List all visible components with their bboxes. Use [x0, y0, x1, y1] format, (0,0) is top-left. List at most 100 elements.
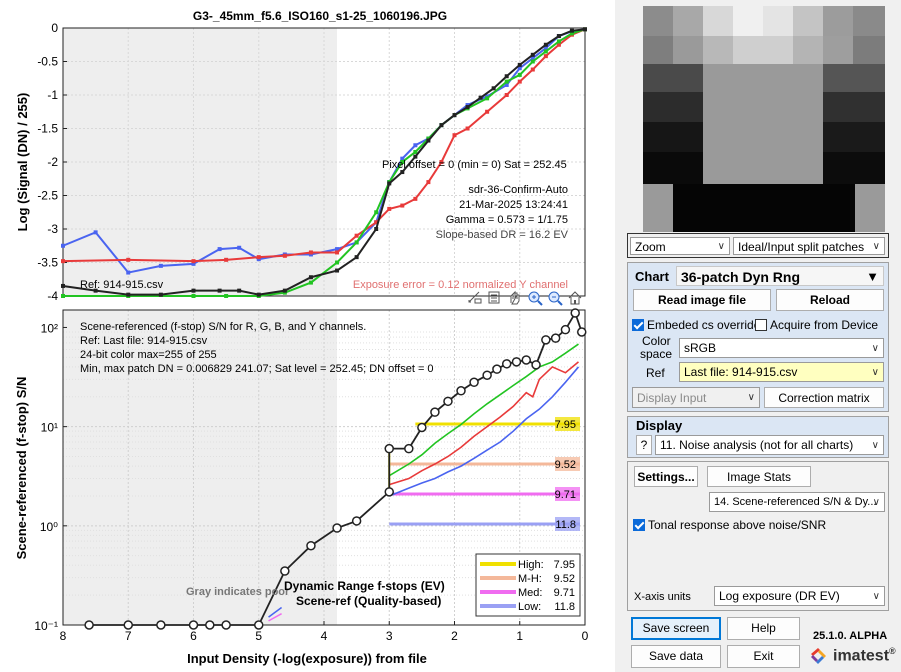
top-series-point: [237, 245, 242, 250]
display-panel-title: Display: [636, 418, 683, 433]
zoom-select[interactable]: Zoom ∨: [630, 237, 730, 255]
top-series-point: [485, 96, 490, 101]
settings-button[interactable]: Settings...: [634, 466, 698, 487]
display-input-select[interactable]: Display Input ∨: [632, 387, 760, 408]
info-line-2: Ref: Last file: 914-915.csv: [80, 335, 208, 347]
ref-select[interactable]: Last file: 914-915.csv ∨: [679, 362, 884, 382]
bottom-ytick-label: 10¹: [41, 421, 58, 435]
legend-med-value: 9.71: [554, 587, 575, 599]
bottom-series-y-point: [254, 620, 264, 630]
plot-title: G3-_45mm_f5.6_ISO160_s1-25_1060196.JPG: [193, 9, 447, 23]
bottom-series-y-point: [456, 386, 466, 396]
top-series-point: [191, 288, 196, 293]
plot-type-select[interactable]: 14. Scene-referenced S/N & Dy... ∨: [709, 492, 885, 512]
legend-high-value: 7.95: [554, 559, 575, 571]
color-space-value: sRGB: [684, 341, 717, 355]
display-input-value: Display Input: [637, 391, 707, 405]
bottom-xtick-label: 1: [516, 629, 523, 643]
exposure-error-text: Exposure error = 0.12 normalized Y chann…: [353, 279, 568, 291]
dr-title-2: Scene-ref (Quality-based): [296, 594, 441, 608]
exit-button[interactable]: Exit: [727, 645, 800, 668]
top-series-point: [387, 206, 392, 211]
split-patches-select[interactable]: Ideal/Input split patches ∨: [733, 237, 885, 255]
top-series-point: [400, 203, 405, 208]
top-series-point: [530, 59, 535, 64]
color-space-label-1: Color: [642, 334, 671, 348]
top-ytick-label: -1.5: [37, 122, 58, 136]
dr-title-1: Dynamic Range f-stops (EV): [284, 579, 445, 593]
bottom-series-y-point: [280, 566, 290, 576]
top-series-point: [191, 294, 196, 298]
acquire-device-checkbox[interactable]: [755, 319, 767, 331]
dr-threshold-label: 11.8: [555, 519, 576, 531]
bottom-xtick-label: 8: [60, 629, 67, 643]
top-series-point: [217, 288, 222, 293]
top-series-point: [583, 27, 587, 32]
mode-text: sdr-36-Confirm-Auto: [468, 184, 568, 196]
save-data-button[interactable]: Save data: [631, 645, 721, 668]
top-series-point: [517, 72, 522, 77]
correction-matrix-button[interactable]: Correction matrix: [764, 387, 884, 408]
legend-med-name: Med:: [518, 587, 542, 599]
chart-type-select[interactable]: 36-patch Dyn Rng ▼: [676, 266, 884, 286]
save-screen-button[interactable]: Save screen: [631, 617, 721, 640]
top-series-point: [126, 292, 131, 297]
xaxis-units-label: X-axis units: [634, 591, 691, 603]
top-series-point: [237, 288, 242, 293]
color-space-label-2: space: [640, 347, 673, 361]
top-series-point: [452, 133, 457, 138]
bottom-xtick-label: 3: [386, 629, 393, 643]
tonal-checkbox[interactable]: [633, 519, 645, 531]
top-series-point: [335, 250, 340, 255]
top-series-point: [224, 257, 229, 262]
top-series-point: [354, 240, 359, 245]
embedded-cs-checkbox[interactable]: [632, 319, 644, 331]
imatest-logo-icon: [811, 648, 826, 664]
bottom-series-y-point: [384, 443, 394, 454]
top-series-point: [374, 210, 379, 215]
legend-mh-name: M-H:: [518, 573, 542, 585]
bottom-ytick-label: 10²: [41, 321, 58, 335]
top-series-point: [93, 230, 98, 235]
bottom-series-y-point: [531, 360, 541, 370]
chart-panel-title: Chart: [635, 269, 669, 284]
top-series-point: [387, 181, 392, 186]
bottom-series-y-point: [521, 355, 532, 365]
read-image-button[interactable]: Read image file: [633, 289, 771, 311]
top-series-point: [556, 34, 561, 39]
tonal-label: Tonal response above noise/SNR: [648, 518, 827, 532]
top-series-point: [282, 288, 287, 293]
top-series-point: [504, 74, 509, 79]
top-series-point: [569, 28, 574, 33]
version-text: 25.1.0. ALPHA: [813, 630, 888, 642]
chart-thumbnail: [643, 6, 885, 232]
embedded-cs-label: Embeded cs override: [647, 318, 761, 332]
top-series-point: [158, 292, 163, 297]
xaxis-units-select[interactable]: Log exposure (DR EV) ∨: [714, 586, 885, 606]
top-series-point: [426, 138, 431, 143]
top-series-point: [224, 294, 229, 298]
color-space-select[interactable]: sRGB ∨: [679, 338, 884, 358]
triangle-down-icon: ▼: [866, 269, 879, 284]
top-ytick-label: -1: [47, 88, 58, 102]
top-ytick-label: 0: [51, 21, 58, 35]
bottom-series-y-point: [384, 487, 394, 497]
plot-type-value: 14. Scene-referenced S/N & Dy...: [714, 496, 877, 508]
top-series-point: [335, 268, 340, 273]
bottom-series-y-point: [482, 370, 492, 380]
top-ytick-label: -4: [47, 289, 58, 303]
top-series-point: [491, 86, 496, 91]
image-stats-button[interactable]: Image Stats: [707, 466, 811, 487]
bottom-xtick-label: 0: [582, 629, 589, 643]
top-series-point: [413, 196, 418, 201]
reload-button[interactable]: Reload: [776, 289, 884, 311]
display-help-button[interactable]: ?: [636, 435, 652, 455]
help-button[interactable]: Help: [727, 617, 800, 640]
display-mode-value: 11. Noise analysis (not for all charts): [660, 438, 854, 452]
top-series-point: [465, 105, 470, 110]
display-mode-select[interactable]: 11. Noise analysis (not for all charts) ∨: [655, 435, 884, 455]
top-series-point: [504, 79, 509, 84]
pixel-offset-text: Pixel offset = 0 (min = 0) Sat = 252.45: [382, 159, 567, 171]
legend-low-value: 11.8: [554, 601, 575, 613]
top-series-point: [465, 126, 470, 131]
